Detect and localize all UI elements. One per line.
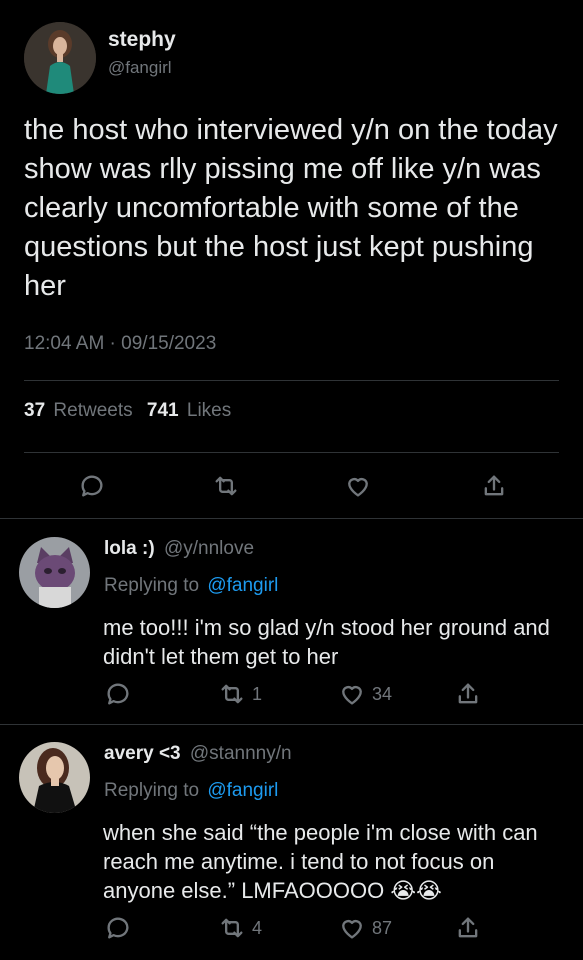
- crying-emoji: 😭😭: [390, 878, 442, 903]
- retweets-count[interactable]: 37: [24, 400, 45, 421]
- avatar-image: [19, 742, 90, 813]
- replying-to: Replying to @fangirl: [104, 575, 278, 597]
- share-icon[interactable]: [454, 680, 482, 708]
- author-handle[interactable]: @stannny/n: [190, 743, 292, 764]
- reply-text-body: when she said “the people i'm close with…: [103, 820, 538, 903]
- reply-icon[interactable]: [104, 680, 132, 708]
- share-icon[interactable]: [454, 914, 482, 942]
- like-button[interactable]: 87: [338, 914, 392, 942]
- like-icon: [338, 680, 366, 708]
- share-icon[interactable]: [480, 472, 508, 500]
- retweet-button[interactable]: 4: [218, 914, 262, 942]
- replying-to-label: Replying to: [104, 780, 200, 801]
- author-handle[interactable]: @y/nnlove: [164, 538, 254, 559]
- reply-header: lola :) @y/nnlove: [104, 538, 254, 560]
- like-count: 34: [372, 683, 393, 704]
- likes-count[interactable]: 741: [147, 400, 179, 421]
- tweet-text: the host who interviewed y/n on the toda…: [24, 114, 558, 302]
- reply-header: avery <3 @stannny/n: [104, 743, 292, 765]
- retweet-button[interactable]: 1: [218, 680, 262, 708]
- reply-icon[interactable]: [78, 472, 106, 500]
- avatar[interactable]: [24, 22, 96, 94]
- replying-to-label: Replying to: [104, 575, 200, 596]
- author-handle[interactable]: @fangirl: [108, 58, 172, 78]
- divider: [24, 380, 559, 381]
- retweet-icon: [218, 914, 246, 942]
- retweet-icon: [218, 680, 246, 708]
- author-name[interactable]: avery <3: [104, 743, 181, 764]
- divider: [0, 518, 583, 519]
- like-button[interactable]: 34: [338, 680, 392, 708]
- avatar[interactable]: [19, 537, 90, 608]
- likes-label[interactable]: Likes: [187, 400, 231, 421]
- retweets-label[interactable]: Retweets: [53, 400, 132, 421]
- like-count: 87: [372, 917, 393, 938]
- like-icon: [338, 914, 366, 942]
- retweet-count: 1: [252, 683, 263, 704]
- avatar-image: [24, 22, 96, 94]
- reply-text: me too!!! i'm so glad y/n stood her grou…: [103, 615, 550, 669]
- divider: [0, 724, 583, 725]
- author-name[interactable]: lola :): [104, 538, 155, 559]
- reply-icon[interactable]: [104, 914, 132, 942]
- replying-to-handle[interactable]: @fangirl: [207, 780, 278, 801]
- author-name[interactable]: stephy: [108, 28, 176, 52]
- retweet-count: 4: [252, 917, 263, 938]
- divider: [24, 452, 559, 453]
- avatar[interactable]: [19, 742, 90, 813]
- replying-to-handle[interactable]: @fangirl: [207, 575, 278, 596]
- like-icon[interactable]: [344, 472, 372, 500]
- reply-text: when she said “the people i'm close with…: [103, 818, 563, 905]
- retweet-icon[interactable]: [212, 472, 240, 500]
- tweet-stats: 37 Retweets 741 Likes: [24, 400, 231, 422]
- tweet-timestamp[interactable]: 12:04 AM · 09/15/2023: [24, 333, 216, 355]
- replying-to: Replying to @fangirl: [104, 780, 278, 802]
- avatar-image: [19, 537, 90, 608]
